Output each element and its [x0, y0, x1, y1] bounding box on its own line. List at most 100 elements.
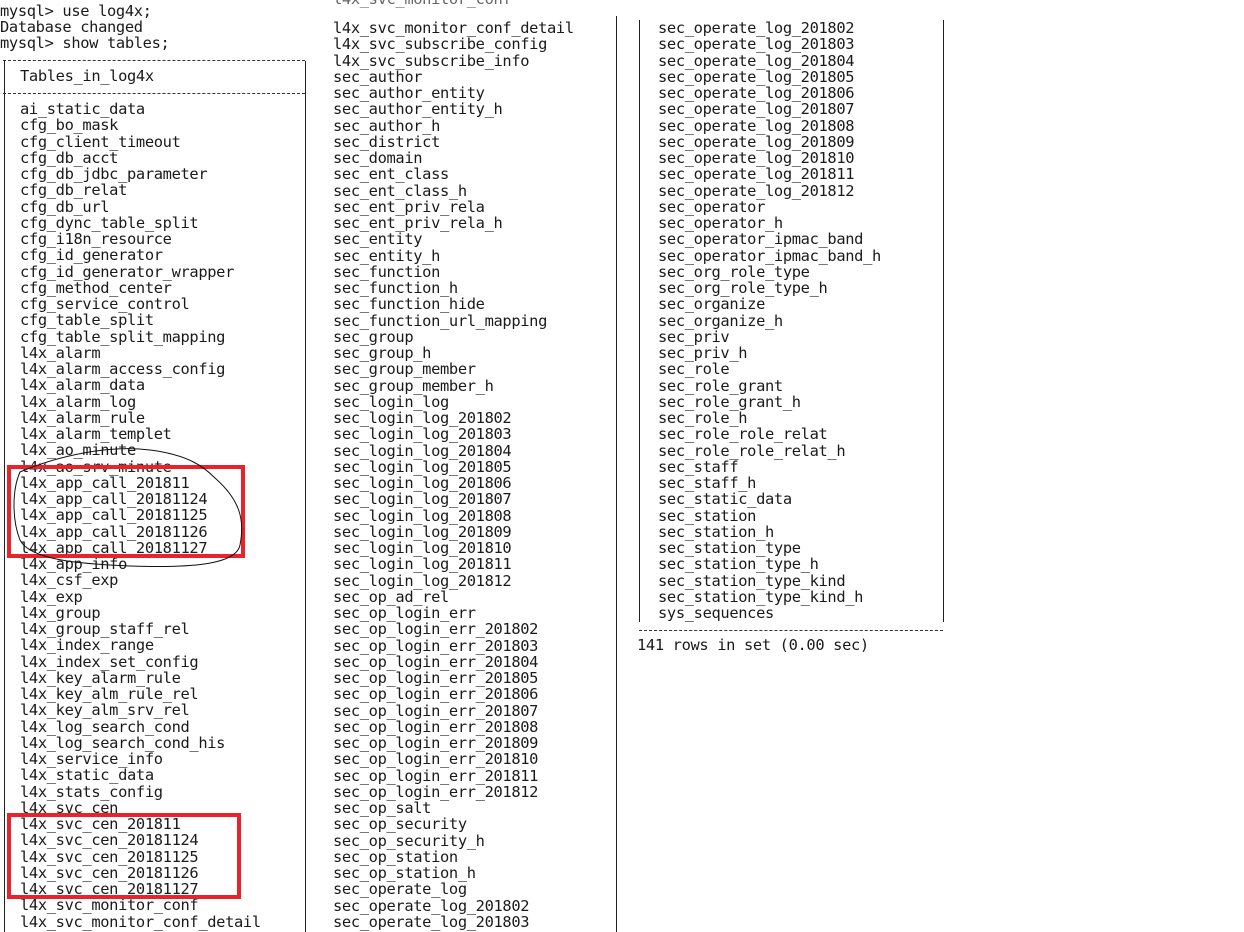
table-row: sec_login_log_201804 — [333, 441, 512, 460]
table-row: sec_operator_h — [658, 214, 783, 232]
table-row: l4x_key_alm_rule_rel — [20, 685, 199, 703]
table-row: l4x_alarm_rule — [20, 408, 145, 427]
table-row: l4x_log_search_cond_his — [20, 733, 226, 752]
table-row: cfg_service_control — [20, 295, 190, 313]
table-row: sec_op_security_h — [333, 831, 485, 850]
command-use-db: mysql> use log4x; — [0, 2, 152, 20]
table-row: l4x_key_alm_srv_rel — [20, 701, 190, 720]
highlight-box-svc-cen — [7, 813, 241, 899]
table-row: sec_operate_log_201812 — [658, 181, 855, 200]
table-row: sec_function_url_mapping — [333, 311, 547, 330]
table-row: cfg_db_jdbc_parameter — [20, 165, 208, 183]
table-row: sec_login_log_201802 — [333, 409, 512, 427]
table-row: sec_login_log_201812 — [333, 571, 512, 590]
table-row: l4x_svc_subscribe_info — [333, 51, 530, 70]
table-row: sec_priv — [658, 327, 730, 346]
table-row: sec_role — [658, 360, 730, 379]
table-row: sec_op_login_err_201805 — [333, 669, 539, 687]
table-row: sec_station_h — [658, 522, 774, 541]
table-row: sec_author — [333, 67, 423, 86]
table-row: sec_operate_log_201802 — [333, 896, 530, 915]
table-border-top — [3, 60, 305, 61]
table-row: sec_op_login_err_201811 — [333, 766, 539, 785]
table-row: sec_station — [658, 506, 757, 525]
table-row: sec_domain — [333, 149, 423, 167]
table-row: sec_priv_h — [658, 344, 748, 362]
table-row: sec_operator_ipmac_band — [658, 230, 864, 249]
table-row: sec_op_salt — [333, 799, 432, 817]
table-row: sec_ent_class — [333, 165, 449, 184]
table-row: sec_op_security — [333, 815, 467, 834]
table-row: sys_sequences — [658, 604, 774, 622]
table-row: l4x_static_data — [20, 766, 154, 785]
table-row: l4x_alarm_log — [20, 392, 136, 411]
table-row: sec_login_log_201808 — [333, 506, 512, 525]
table-row: l4x_key_alarm_rule — [20, 668, 181, 687]
table-row: sec_station_type — [658, 539, 801, 557]
table-row: sec_operate_log_201803 — [658, 35, 855, 54]
table-row: sec_login_log_201803 — [333, 425, 512, 444]
table-row: sec_login_log_201806 — [333, 474, 512, 492]
table-row: sec_op_login_err_201812 — [333, 782, 539, 801]
table-row: sec_district — [333, 132, 440, 151]
table-row: cfg_id_generator — [20, 246, 163, 265]
table-row: sec_author_entity_h — [333, 100, 503, 119]
table-row: cfg_client_timeout — [20, 132, 181, 151]
table-row: cfg_method_center — [20, 278, 172, 297]
table-row: sec_ent_priv_rela — [333, 197, 485, 216]
table-row: sec_station_type_kind_h — [658, 587, 864, 606]
table-row: l4x_alarm — [20, 343, 101, 362]
command-show-tables: mysql> show tables; — [0, 34, 170, 52]
table-row: sec_op_login_err_201808 — [333, 717, 539, 736]
table-row: sec_operate_log_201803 — [333, 912, 530, 931]
db-changed-message: Database changed — [0, 18, 143, 36]
table-row: cfg_db_acct — [20, 148, 119, 167]
table-row: cfg_i18n_resource — [20, 230, 172, 248]
table-row: l4x_alarm_data — [20, 376, 145, 395]
table-left-border — [4, 61, 5, 932]
table-row: l4x_app_info — [20, 555, 127, 573]
table-row: cfg_db_relat — [20, 181, 127, 200]
table-col3-left-border — [639, 20, 640, 622]
table-row: sec_op_login_err_201807 — [333, 701, 539, 720]
table-row: l4x_svc_monitor_conf_detail — [20, 912, 261, 931]
table-row: l4x_group — [20, 603, 101, 622]
table-row: cfg_bo_mask — [20, 116, 119, 135]
table-row: ai_static_data — [20, 100, 145, 118]
table-row: sec_login_log_201805 — [333, 457, 512, 476]
table-row: l4x_alarm_access_config — [20, 360, 226, 378]
table-row: cfg_dync_table_split — [20, 213, 199, 232]
table-row: sec_station_type_kind — [658, 571, 846, 590]
table-row: sec_login_log_201811 — [333, 555, 512, 574]
table-row: sec_operator — [658, 197, 765, 216]
table-row: l4x_ao_minute — [20, 441, 136, 460]
table-row: l4x_svc_subscribe_config — [333, 35, 547, 54]
table-row: l4x_exp — [20, 587, 83, 606]
table-row: sec_role_h — [658, 409, 748, 427]
table-row: sec_function_hide — [333, 295, 485, 314]
table-row: sec_role_role_relat — [658, 425, 828, 444]
table-row: sec_login_log_201807 — [333, 490, 512, 509]
table-row: sec_login_log_201809 — [333, 522, 512, 541]
table-row: sec_operate_log_201806 — [658, 84, 855, 102]
table-row: sec_operate_log_201807 — [658, 100, 855, 119]
table-row: sec_ent_priv_rela_h — [333, 214, 503, 232]
table-row: sec_station_type_h — [658, 555, 819, 574]
clipped-row: l4x_svc_monitor_conf — [333, 0, 512, 7]
table-row: sec_group_member — [333, 360, 476, 379]
table-row: sec_function_h — [333, 279, 458, 297]
table-row: l4x_svc_monitor_conf_detail — [333, 19, 574, 37]
table-row: cfg_table_split_mapping — [20, 327, 226, 346]
table-row: sec_author_h — [333, 116, 440, 135]
table-row: l4x_log_search_cond — [20, 717, 190, 736]
table-row: sec_op_ad_rel — [333, 587, 449, 606]
table-row: l4x_index_range — [20, 636, 154, 655]
table-row: sec_operate_log_201802 — [658, 19, 855, 37]
table-row: sec_op_login_err_201803 — [333, 636, 539, 655]
table-row: sec_login_log_201810 — [333, 539, 512, 557]
table-row: sec_ent_class_h — [333, 181, 467, 200]
table-row: sec_entity_h — [333, 246, 440, 265]
table-row: sec_org_role_type — [658, 262, 810, 281]
table-row: sec_role_grant — [658, 376, 783, 395]
table-header: Tables_in_log4x — [20, 67, 154, 85]
